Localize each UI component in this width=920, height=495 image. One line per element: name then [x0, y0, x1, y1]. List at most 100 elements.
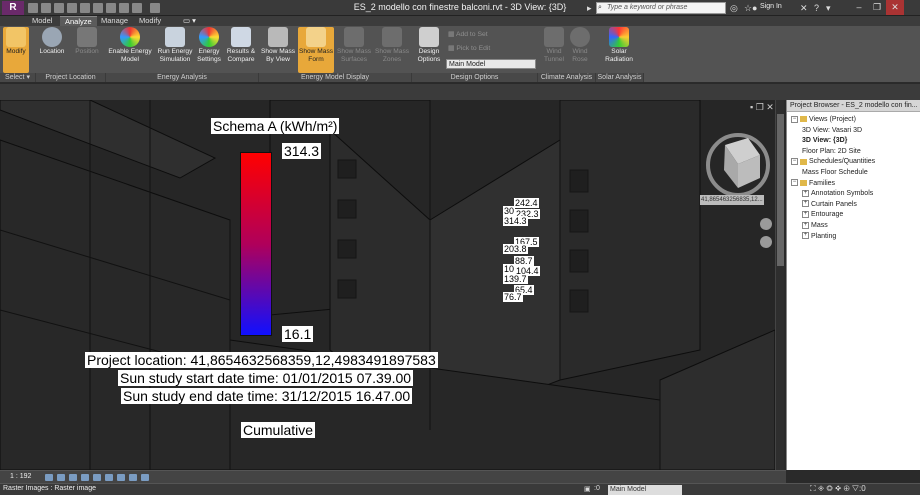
show-mass-form-button[interactable]: Show Mass Form [298, 27, 334, 73]
3d-view-icon[interactable] [119, 3, 129, 13]
binoculars-icon[interactable]: ◎ [730, 3, 738, 13]
crop-view-icon[interactable] [93, 474, 101, 481]
visual-style-icon[interactable] [57, 474, 65, 481]
save-icon[interactable] [41, 3, 51, 13]
show-mass-zones-button[interactable]: Show Mass Zones [374, 27, 410, 73]
add-to-set-button[interactable]: ▦ Add to Set [448, 30, 488, 38]
position-button[interactable]: Position [70, 27, 104, 73]
tab-model[interactable]: Model [27, 16, 57, 26]
expander-icon[interactable]: − [791, 115, 798, 123]
browser-item[interactable]: 3D View: {3D} [802, 136, 847, 146]
3d-viewport[interactable]: Schema A (kWh/m²) 314.3 16.1 Project loc… [0, 100, 775, 470]
minimize-icon[interactable]: – [850, 0, 868, 15]
run-energy-simulation-button[interactable]: Run Energy Simulation [155, 27, 195, 73]
app-logo-button[interactable]: R [2, 1, 24, 15]
enable-energy-model-button[interactable]: Enable Energy Model [106, 27, 154, 73]
shadows-icon[interactable] [81, 474, 89, 481]
detail-level-icon[interactable] [45, 474, 53, 481]
mass-surfaces-icon [344, 27, 364, 47]
position-label: Position [75, 48, 99, 55]
navigation-bar[interactable] [760, 218, 772, 248]
user-icon[interactable]: ● [752, 3, 757, 13]
browser-item[interactable]: − Schedules/Quantities [791, 157, 875, 167]
reveal-hidden-icon[interactable] [141, 474, 149, 481]
browser-item[interactable]: Floor Plan: 2D Site [802, 147, 861, 157]
view-cube[interactable] [706, 133, 770, 197]
surface-value: 76.7 [503, 292, 523, 302]
show-mass-by-view-button[interactable]: Show Mass By View [260, 27, 296, 73]
browser-item[interactable]: + Curtain Panels [802, 200, 857, 210]
tab-manage[interactable]: Manage [96, 16, 133, 26]
sign-in-button[interactable]: Sign In [760, 3, 782, 10]
browser-item-label: 3D View: Vasari 3D [802, 126, 863, 134]
text-icon[interactable] [106, 3, 116, 13]
pick-to-edit-button[interactable]: ▦ Pick to Edit [448, 44, 490, 52]
location-button[interactable]: Location [36, 27, 68, 73]
search-input[interactable]: Type a keyword or phrase [596, 2, 726, 14]
browser-item[interactable]: + Mass [802, 221, 828, 231]
results-compare-button[interactable]: Results & Compare [224, 27, 258, 73]
exchange-icon[interactable]: ✕ [800, 3, 808, 13]
show-mass-surfaces-button[interactable]: Show Mass Surfaces [336, 27, 372, 73]
qat-dropdown-icon[interactable] [150, 3, 160, 13]
browser-item[interactable]: + Annotation Symbols [802, 189, 873, 199]
lock-view-icon[interactable] [117, 474, 125, 481]
expander-icon[interactable]: + [802, 200, 809, 208]
panel-climate-analysis: Climate Analysis [538, 73, 596, 82]
restore-icon[interactable]: ❐ [868, 0, 886, 15]
browser-item[interactable]: Mass Floor Schedule [802, 168, 868, 178]
expand-search-icon[interactable]: ▸ [587, 3, 592, 13]
tab-analyze[interactable]: Analyze [60, 16, 97, 26]
viewport-window-controls[interactable]: ▪ ❐ ✕ [750, 102, 774, 113]
active-design-option[interactable]: Main Model [608, 485, 682, 495]
modify-button[interactable]: Modify [3, 27, 29, 73]
star-icon[interactable]: ☆ [744, 3, 752, 13]
show-crop-icon[interactable] [105, 474, 113, 481]
wind-rose-button[interactable]: Wind Rose [567, 27, 593, 73]
cumulative-text: Cumulative [241, 422, 316, 438]
expander-icon[interactable]: + [802, 189, 809, 197]
energy-settings-button[interactable]: Energy Settings [195, 27, 223, 73]
temporary-hide-icon[interactable] [129, 474, 137, 481]
ribbon-options-icon[interactable]: ▭ ▾ [178, 16, 201, 26]
design-options-button[interactable]: Design Options [414, 27, 444, 73]
close-icon[interactable]: ✕ [886, 0, 904, 15]
panel-select[interactable]: Select ▾ [0, 73, 36, 82]
solar-radiation-button[interactable]: Solar Radiation [600, 27, 638, 73]
browser-item-label: Curtain Panels [811, 200, 857, 208]
expander-icon[interactable]: − [791, 158, 798, 166]
open-icon[interactable] [28, 3, 38, 13]
redo-icon[interactable] [67, 3, 77, 13]
help-dropdown-icon[interactable]: ▾ [826, 3, 831, 13]
results-label: Results & Compare [226, 48, 256, 63]
undo-icon[interactable] [54, 3, 64, 13]
panel-energy-analysis: Energy Analysis [106, 73, 259, 82]
browser-item[interactable]: − Views (Project) [791, 115, 856, 125]
browser-item[interactable]: − Families [791, 179, 835, 189]
browser-item-label: Schedules/Quantities [809, 158, 876, 166]
print-icon[interactable] [80, 3, 90, 13]
tab-modify[interactable]: Modify [134, 16, 166, 26]
design-option-select[interactable]: Main Model [446, 59, 536, 69]
worksets-icon[interactable]: ▣ [584, 485, 591, 493]
expander-icon[interactable]: + [802, 221, 809, 229]
pick-to-edit-label: Pick to Edit [456, 45, 491, 52]
browser-item-label: Floor Plan: 2D Site [802, 147, 861, 155]
measure-icon[interactable] [93, 3, 103, 13]
scrollbar-thumb[interactable] [777, 114, 784, 266]
expander-icon[interactable]: + [802, 211, 809, 219]
wind-tunnel-button[interactable]: Wind Tunnel [539, 27, 569, 73]
sun-path-icon[interactable] [69, 474, 77, 481]
browser-item[interactable]: + Planting [802, 232, 836, 242]
viewport-scrollbar[interactable] [775, 100, 784, 470]
browser-item[interactable]: 3D View: Vasari 3D [802, 126, 862, 136]
project-browser-title: Project Browser - ES_2 modello con fin..… [787, 100, 920, 112]
expander-icon[interactable]: + [802, 232, 809, 240]
help-icon[interactable]: ? [814, 3, 819, 13]
expander-icon[interactable]: − [791, 179, 798, 187]
legend-title: Schema A (kWh/m²) [211, 118, 340, 134]
browser-item[interactable]: + Entourage [802, 210, 843, 220]
view-scale[interactable]: 1 : 192 [10, 473, 31, 480]
selection-icons[interactable]: ⛶ ◈ ◎ ✥ ⊕ ▽:0 [810, 484, 866, 494]
section-icon[interactable] [132, 3, 142, 13]
